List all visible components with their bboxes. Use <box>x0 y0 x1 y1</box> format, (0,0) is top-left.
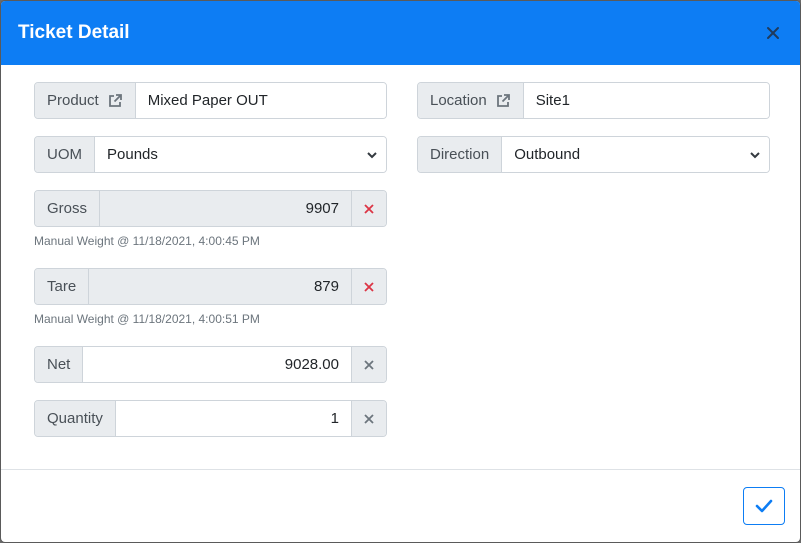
product-addon[interactable]: Product <box>35 83 136 118</box>
gross-field-group: Gross 9907 <box>34 190 387 227</box>
chevron-down-icon <box>367 151 377 158</box>
net-clear-button[interactable] <box>351 347 386 382</box>
quantity-field-group: Quantity 1 <box>34 400 387 437</box>
tare-clear-button[interactable] <box>351 269 386 304</box>
tare-weight-hint: Manual Weight @ 11/18/2021, 4:00:51 PM <box>34 312 260 326</box>
tare-label: Tare <box>35 269 90 304</box>
gross-clear-button[interactable] <box>351 191 386 226</box>
product-label: Product <box>47 92 99 109</box>
direction-select[interactable]: Outbound <box>502 137 769 172</box>
times-icon <box>364 203 374 214</box>
gross-weight-hint: Manual Weight @ 11/18/2021, 4:00:45 PM <box>34 234 260 248</box>
location-field-group: Location Site1 <box>417 82 770 119</box>
times-icon <box>364 359 374 370</box>
tare-field-group: Tare 879 <box>34 268 387 305</box>
footer-divider <box>1 469 800 470</box>
close-icon <box>767 27 779 39</box>
direction-field-group: Direction Outbound <box>417 136 770 173</box>
ticket-detail-modal: Ticket Detail Product Mixed Paper OUT Lo… <box>0 0 801 543</box>
external-link-icon[interactable] <box>495 93 511 109</box>
direction-label: Direction <box>418 137 503 172</box>
times-icon <box>364 281 374 292</box>
quantity-input[interactable]: 1 <box>115 401 351 436</box>
location-input[interactable]: Site1 <box>523 83 769 118</box>
chevron-down-icon <box>750 151 760 158</box>
uom-label: UOM <box>35 137 95 172</box>
gross-label: Gross <box>35 191 101 226</box>
quantity-clear-button[interactable] <box>351 401 386 436</box>
confirm-button[interactable] <box>743 487 785 525</box>
check-icon <box>755 499 773 513</box>
close-button[interactable] <box>764 24 782 42</box>
modal-header: Ticket Detail <box>1 1 800 65</box>
tare-input: 879 <box>89 269 351 304</box>
net-field-group: Net 9028.00 <box>34 346 387 383</box>
times-icon <box>364 413 374 424</box>
quantity-label: Quantity <box>35 401 116 436</box>
product-input[interactable]: Mixed Paper OUT <box>135 83 386 118</box>
uom-selected-value: Pounds <box>107 146 158 163</box>
location-addon[interactable]: Location <box>418 83 524 118</box>
modal-title: Ticket Detail <box>18 22 130 43</box>
product-field-group: Product Mixed Paper OUT <box>34 82 387 119</box>
location-label: Location <box>430 92 487 109</box>
uom-select[interactable]: Pounds <box>95 137 386 172</box>
uom-field-group: UOM Pounds <box>34 136 387 173</box>
external-link-icon[interactable] <box>107 93 123 109</box>
net-input[interactable]: 9028.00 <box>83 347 351 382</box>
net-label: Net <box>35 347 84 382</box>
direction-selected-value: Outbound <box>514 146 581 163</box>
gross-input: 9907 <box>100 191 351 226</box>
